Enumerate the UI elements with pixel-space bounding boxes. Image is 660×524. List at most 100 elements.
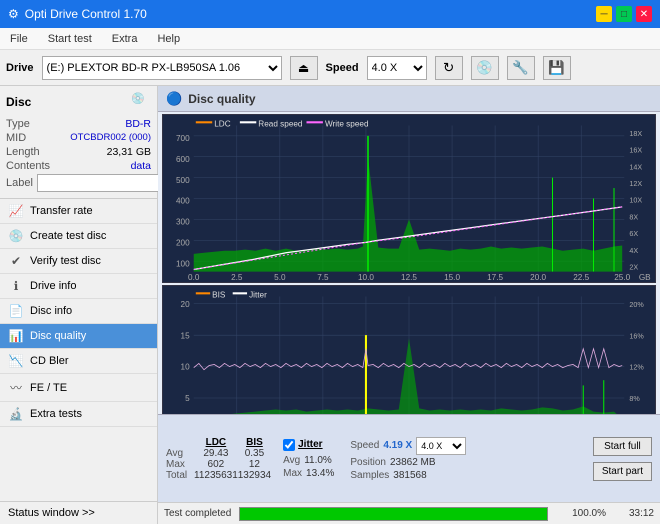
svg-text:Read speed: Read speed bbox=[258, 119, 303, 128]
content-area: 🔵 Disc quality bbox=[158, 86, 660, 524]
disc-info-label: Disc info bbox=[30, 305, 72, 317]
close-button[interactable]: ✕ bbox=[636, 6, 652, 22]
jitter-label: Jitter bbox=[298, 439, 322, 450]
sidebar-item-drive-info[interactable]: ℹ Drive info bbox=[0, 274, 157, 299]
svg-text:2.5: 2.5 bbox=[231, 273, 243, 282]
sidebar-item-create-test-disc[interactable]: 💿 Create test disc bbox=[0, 224, 157, 249]
disc-button[interactable]: 💿 bbox=[471, 56, 499, 80]
speed-select[interactable]: 4.0 X bbox=[367, 56, 427, 80]
svg-text:GB: GB bbox=[639, 273, 651, 282]
samples-row: Samples 381568 bbox=[350, 470, 466, 481]
disc-contents-value: data bbox=[131, 160, 151, 172]
app-title: Opti Drive Control 1.70 bbox=[25, 7, 147, 21]
disc-mid-row: MID OTCBDR002 (000) bbox=[6, 132, 151, 144]
disc-icon[interactable]: 💿 bbox=[131, 92, 151, 112]
svg-text:20%: 20% bbox=[629, 300, 644, 309]
status-window-label: Status window >> bbox=[8, 507, 95, 519]
svg-text:Write speed: Write speed bbox=[325, 119, 369, 128]
minimize-button[interactable]: ─ bbox=[596, 6, 612, 22]
ldc-max: 602 bbox=[194, 459, 238, 470]
save-button[interactable]: 💾 bbox=[543, 56, 571, 80]
drive-select[interactable]: (E:) PLEXTOR BD-R PX-LB950SA 1.06 bbox=[42, 56, 282, 80]
svg-text:10X: 10X bbox=[629, 196, 642, 205]
start-part-button[interactable]: Start part bbox=[593, 462, 652, 481]
title-bar: ⚙ Opti Drive Control 1.70 ─ □ ✕ bbox=[0, 0, 660, 28]
jitter-checkbox[interactable] bbox=[283, 439, 295, 451]
sidebar: Disc 💿 Type BD-R MID OTCBDR002 (000) Len… bbox=[0, 86, 158, 524]
disc-label-input[interactable] bbox=[37, 174, 171, 192]
menu-bar: File Start test Extra Help bbox=[0, 28, 660, 50]
sidebar-item-disc-quality[interactable]: 📊 Disc quality bbox=[0, 324, 157, 349]
maximize-button[interactable]: □ bbox=[616, 6, 632, 22]
speed-select-stats[interactable]: 4.0 X bbox=[416, 437, 466, 455]
menu-file[interactable]: File bbox=[6, 31, 32, 47]
svg-text:20: 20 bbox=[181, 300, 190, 309]
jitter-check-row: Jitter bbox=[283, 439, 334, 451]
avg-row: Avg 29.43 0.35 bbox=[166, 448, 271, 459]
svg-text:16%: 16% bbox=[629, 331, 644, 340]
svg-text:25.0: 25.0 bbox=[614, 273, 630, 282]
charts-container: 700 600 500 400 300 200 100 18X 16X 14X … bbox=[158, 112, 660, 414]
status-text: Test completed bbox=[164, 508, 231, 519]
time-text: 33:12 bbox=[614, 508, 654, 519]
nav-items: 📈 Transfer rate 💿 Create test disc ✔ Ver… bbox=[0, 199, 157, 427]
refresh-button[interactable]: ↻ bbox=[435, 56, 463, 80]
svg-text:100: 100 bbox=[176, 259, 190, 268]
sidebar-item-transfer-rate[interactable]: 📈 Transfer rate bbox=[0, 199, 157, 224]
svg-text:14X: 14X bbox=[629, 162, 642, 171]
svg-text:BIS: BIS bbox=[212, 290, 226, 299]
svg-text:5.0: 5.0 bbox=[274, 273, 286, 282]
bottom-bar: Test completed 100.0% 33:12 bbox=[158, 502, 660, 524]
speed-value: 4.19 X bbox=[383, 440, 412, 451]
start-full-button[interactable]: Start full bbox=[593, 437, 652, 456]
svg-text:5: 5 bbox=[185, 394, 190, 403]
stats-bar: LDC BIS Avg 29.43 0.35 Max 602 12 bbox=[158, 414, 660, 502]
disc-mid-value: OTCBDR002 (000) bbox=[70, 132, 151, 144]
eject-button[interactable]: ⏏ bbox=[290, 56, 318, 80]
bis-avg: 0.35 bbox=[238, 448, 271, 459]
sidebar-item-fe-te[interactable]: 〰 FE / TE bbox=[0, 374, 157, 402]
sidebar-item-extra-tests[interactable]: 🔬 Extra tests bbox=[0, 402, 157, 427]
svg-text:8%: 8% bbox=[629, 394, 640, 403]
disc-title: Disc bbox=[6, 95, 31, 109]
disc-header: Disc 💿 bbox=[6, 92, 151, 112]
disc-info-panel: Disc 💿 Type BD-R MID OTCBDR002 (000) Len… bbox=[0, 86, 157, 199]
cd-bler-label: CD Bler bbox=[30, 355, 69, 367]
extra-tests-icon: 🔬 bbox=[8, 407, 24, 421]
menu-start-test[interactable]: Start test bbox=[44, 31, 96, 47]
svg-text:600: 600 bbox=[176, 155, 190, 164]
menu-extra[interactable]: Extra bbox=[108, 31, 142, 47]
total-label: Total bbox=[166, 470, 194, 481]
drive-info-label: Drive info bbox=[30, 280, 76, 292]
disc-quality-icon: 📊 bbox=[8, 329, 24, 343]
svg-text:4X: 4X bbox=[629, 246, 638, 255]
svg-text:0.0: 0.0 bbox=[188, 273, 200, 282]
svg-text:12%: 12% bbox=[629, 363, 644, 372]
svg-text:15.0: 15.0 bbox=[444, 273, 460, 282]
settings-button[interactable]: 🔧 bbox=[507, 56, 535, 80]
svg-text:LDC: LDC bbox=[214, 119, 230, 128]
verify-test-disc-icon: ✔ bbox=[8, 254, 24, 268]
svg-text:8X: 8X bbox=[629, 212, 638, 221]
sidebar-item-disc-info[interactable]: 📄 Disc info bbox=[0, 299, 157, 324]
create-test-disc-label: Create test disc bbox=[30, 230, 106, 242]
content-header-icon: 🔵 bbox=[166, 91, 182, 107]
disc-contents-label: Contents bbox=[6, 160, 50, 172]
status-window-button[interactable]: Status window >> bbox=[0, 501, 157, 524]
title-bar-controls: ─ □ ✕ bbox=[596, 6, 652, 22]
content-header-title: Disc quality bbox=[188, 92, 255, 106]
menu-help[interactable]: Help bbox=[153, 31, 184, 47]
svg-text:2X: 2X bbox=[629, 262, 638, 271]
sidebar-item-cd-bler[interactable]: 📉 CD Bler bbox=[0, 349, 157, 374]
sidebar-item-verify-test-disc[interactable]: ✔ Verify test disc bbox=[0, 249, 157, 274]
transfer-rate-label: Transfer rate bbox=[30, 205, 93, 217]
cd-bler-icon: 📉 bbox=[8, 354, 24, 368]
jitter-avg-label: Avg bbox=[283, 455, 300, 466]
fe-te-icon: 〰 bbox=[8, 379, 24, 396]
svg-text:10: 10 bbox=[181, 363, 190, 372]
drive-info-icon: ℹ bbox=[8, 279, 24, 293]
create-test-disc-icon: 💿 bbox=[8, 229, 24, 243]
disc-type-label: Type bbox=[6, 118, 30, 130]
jitter-avg-row: Avg 11.0% bbox=[283, 455, 334, 466]
svg-text:17.5: 17.5 bbox=[487, 273, 503, 282]
